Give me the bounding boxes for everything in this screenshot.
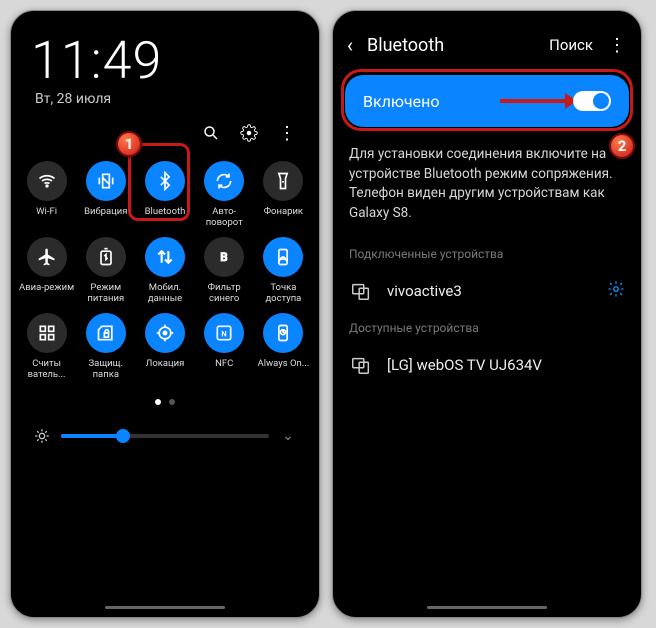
tile-rotate[interactable]: Авто-поворот	[197, 161, 252, 229]
paired-device-row[interactable]: vivoactive3	[333, 267, 641, 315]
tile-label: Вибрация	[84, 207, 127, 218]
tile-label: Авиа-режим	[19, 283, 74, 294]
page-dot-2	[169, 399, 175, 405]
brightness-fill	[61, 434, 123, 438]
brightness-slider[interactable]	[61, 434, 269, 438]
more-icon[interactable]: ⋮	[607, 35, 627, 56]
tile-secure[interactable]: Защищ. папка	[78, 313, 133, 381]
tile-nfc[interactable]: N NFC	[197, 313, 252, 381]
svg-text:N: N	[222, 329, 227, 338]
airplane-icon[interactable]	[27, 237, 67, 277]
device-settings-icon[interactable]	[607, 280, 625, 303]
tile-data[interactable]: Мобил. данные	[137, 237, 192, 305]
tile-label: Считы ватель...	[19, 359, 74, 381]
tile-vibration[interactable]: Вибрация	[78, 161, 133, 229]
device-icon	[349, 279, 373, 303]
available-device-name: [LG] webOS TV UJ634V	[387, 356, 625, 374]
tiles-grid: Wi-Fi Вибрация Bluetooth Авто-поворот Фонари…	[11, 149, 319, 381]
vibration-icon[interactable]	[86, 161, 126, 201]
step-badge-1: 1	[116, 131, 142, 157]
clock: 11:49	[31, 35, 299, 87]
secure-icon[interactable]	[86, 313, 126, 353]
data-icon[interactable]	[145, 237, 185, 277]
bluetooth-switch[interactable]	[573, 91, 611, 111]
tile-label: Always On...	[258, 359, 310, 370]
more-icon[interactable]: ⋮	[277, 123, 297, 143]
tile-label: Режим питания	[78, 283, 133, 305]
tile-label: Фонарик	[264, 207, 303, 218]
tile-label: Защищ. папка	[78, 359, 133, 381]
battery-icon[interactable]	[86, 237, 126, 277]
nfc-icon[interactable]: N	[204, 313, 244, 353]
available-section-label: Доступные устройства	[333, 315, 641, 341]
scan-icon[interactable]	[27, 313, 67, 353]
tile-aod[interactable]: Always On...	[256, 313, 311, 381]
bluetooth-toggle-card[interactable]: Включено	[345, 75, 629, 127]
search-icon[interactable]	[201, 123, 221, 143]
tile-location[interactable]: Локация	[137, 313, 192, 381]
nav-gesture-bar	[105, 606, 225, 609]
tile-airplane[interactable]: Авиа-режим	[19, 237, 74, 305]
tile-label: Wi-Fi	[36, 207, 57, 218]
bluefilter-icon[interactable]: B	[204, 237, 244, 277]
quick-settings-header: 11:49 Вт, 28 июля	[11, 11, 319, 113]
tile-flashlight[interactable]: Фонарик	[256, 161, 311, 229]
nav-gesture-bar	[427, 606, 547, 609]
device-icon	[349, 353, 373, 377]
action-row: ⋮	[11, 113, 319, 149]
switch-knob	[593, 93, 609, 109]
paired-device-name: vivoactive3	[387, 282, 593, 300]
brightness-icon	[33, 427, 51, 445]
info-text: Для установки соединения включите на уст…	[333, 133, 641, 241]
chevron-down-icon[interactable]: ⌄	[279, 427, 297, 445]
svg-text:B: B	[220, 250, 227, 264]
page-title: Bluetooth	[367, 35, 535, 56]
tile-label: Bluetooth	[145, 207, 186, 218]
tile-label: Локация	[146, 359, 185, 370]
paired-section-label: Подключенные устройства	[333, 241, 641, 267]
brightness-thumb[interactable]	[116, 429, 130, 443]
tile-bluetooth[interactable]: Bluetooth	[137, 161, 192, 229]
tile-scan[interactable]: Считы ватель...	[19, 313, 74, 381]
flashlight-icon[interactable]	[263, 161, 303, 201]
available-device-row[interactable]: [LG] webOS TV UJ634V	[333, 341, 641, 389]
back-icon[interactable]: ‹	[347, 33, 353, 57]
phone-right-bluetooth-settings: ‹ Bluetooth Поиск ⋮ Включено 2 Для устан…	[332, 10, 642, 618]
tile-battery[interactable]: Режим питания	[78, 237, 133, 305]
search-link[interactable]: Поиск	[549, 36, 593, 54]
tile-bluefilter[interactable]: B Фильтр синего	[197, 237, 252, 305]
tile-wifi[interactable]: Wi-Fi	[19, 161, 74, 229]
settings-icon[interactable]	[239, 123, 259, 143]
location-icon[interactable]	[145, 313, 185, 353]
tile-label: Точка доступа	[256, 283, 311, 305]
tile-label: NFC	[215, 359, 233, 370]
tile-label: Мобил. данные	[137, 283, 192, 305]
wifi-icon[interactable]	[27, 161, 67, 201]
page-dot-1	[155, 399, 161, 405]
brightness-slider-row: ⌄	[11, 405, 319, 445]
tile-hotspot[interactable]: Точка доступа	[256, 237, 311, 305]
step-badge-2: 2	[609, 133, 635, 159]
bluetooth-icon[interactable]	[145, 161, 185, 201]
phone-left-quick-settings: 11:49 Вт, 28 июля ⋮ Wi-Fi Вибрация Bluetoo…	[10, 10, 320, 618]
tile-label: Фильтр синего	[197, 283, 252, 305]
annotation-arrow	[500, 99, 575, 103]
bluetooth-header: ‹ Bluetooth Поиск ⋮	[333, 11, 641, 69]
hotspot-icon[interactable]	[263, 237, 303, 277]
tile-label: Авто-поворот	[197, 207, 252, 229]
rotate-icon[interactable]	[204, 161, 244, 201]
date: Вт, 28 июля	[35, 91, 299, 107]
aod-icon[interactable]	[263, 313, 303, 353]
